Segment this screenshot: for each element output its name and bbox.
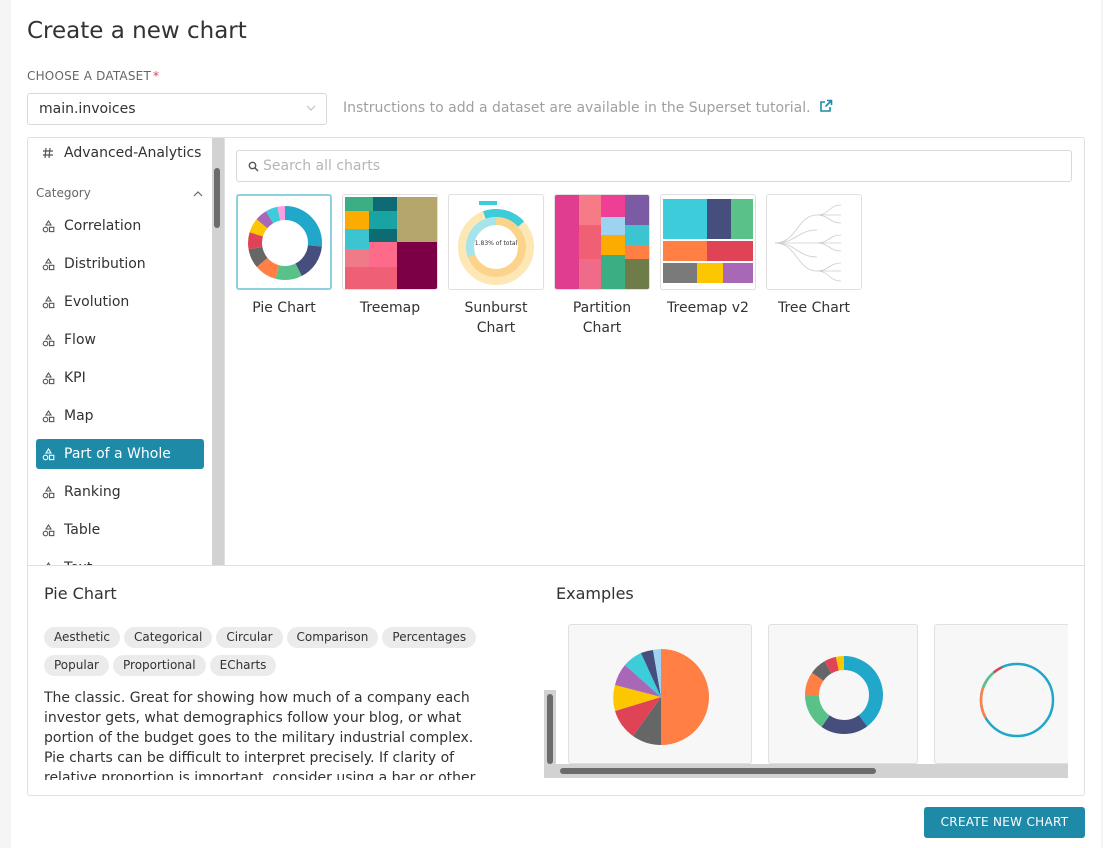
example-image-ring <box>934 624 1068 764</box>
shapes-icon <box>41 485 55 499</box>
chart-card-partition-chart[interactable]: Partition Chart <box>554 194 650 338</box>
sidebar-item-label: KPI <box>64 370 86 386</box>
page-title: Create a new chart <box>27 18 247 44</box>
treemap-v2-thumbnail <box>660 194 756 290</box>
chart-card-label: Treemap v2 <box>667 300 749 316</box>
shapes-icon <box>41 447 55 461</box>
chart-card-treemap-v2[interactable]: Treemap v2 <box>660 194 756 318</box>
chart-card-sunburst-chart[interactable]: 1.83% of total Sunburst Chart <box>448 194 544 338</box>
sidebar-item-distribution[interactable]: Distribution <box>36 249 204 279</box>
sidebar-item-part-of-a-whole[interactable]: Part of a Whole <box>36 439 204 469</box>
hashtag-icon <box>41 146 55 160</box>
sidebar-scrollbar[interactable] <box>212 138 224 565</box>
examples-scrollbar-vertical[interactable] <box>544 690 556 778</box>
sidebar-item-label: Table <box>64 522 101 538</box>
category-header[interactable]: Category <box>36 186 204 200</box>
details-description: The classic. Great for showing how much … <box>44 690 476 780</box>
examples-scrollbar-thumb[interactable] <box>547 694 553 764</box>
sidebar-item-label: Advanced-Analytics <box>64 145 202 161</box>
shapes-icon <box>41 409 55 423</box>
sidebar-scrollbar-thumb[interactable] <box>214 168 220 228</box>
chart-card-pie-chart[interactable]: Pie Chart <box>236 194 332 318</box>
sidebar-item-label: Flow <box>64 332 96 348</box>
chart-card-tree-chart[interactable]: Tree Chart <box>766 194 862 318</box>
create-new-chart-button[interactable]: CREATE NEW CHART <box>924 807 1085 838</box>
chart-card-label: Sunburst Chart <box>464 300 528 336</box>
examples-title: Examples <box>556 584 634 603</box>
shapes-icon <box>41 295 55 309</box>
sidebar-item-label: Evolution <box>64 294 130 310</box>
examples-scrollbar-thumb[interactable] <box>560 768 876 774</box>
chart-card-label: Partition Chart <box>572 300 632 336</box>
sidebar-item-table[interactable]: Table <box>36 515 204 545</box>
tag[interactable]: Categorical <box>123 627 213 648</box>
shapes-icon <box>41 523 55 537</box>
dataset-help: Instructions to add a dataset are availa… <box>343 99 833 116</box>
chart-gallery: Pie Chart <box>225 138 1084 565</box>
example-image-pie <box>568 624 752 764</box>
shapes-icon <box>41 371 55 385</box>
sidebar-item-map[interactable]: Map <box>36 401 204 431</box>
category-sidebar: Advanced-Analytics Category Correlation D… <box>28 138 224 565</box>
sidebar-item-label: Map <box>64 408 94 424</box>
sidebar-item-label: Ranking <box>64 484 121 500</box>
tag[interactable]: Popular <box>44 655 109 676</box>
sidebar-item-label: Part of a Whole <box>64 446 171 462</box>
dataset-help-text: Instructions to add a dataset are availa… <box>343 100 811 116</box>
external-link-icon[interactable] <box>819 99 833 113</box>
tag[interactable]: Circular <box>216 627 283 648</box>
details-title: Pie Chart <box>44 584 117 603</box>
sidebar-item-label: Correlation <box>64 218 142 234</box>
shapes-icon <box>41 333 55 347</box>
dataset-label: CHOOSE A DATASET * <box>27 69 160 83</box>
tag[interactable]: Comparison <box>286 627 379 648</box>
chevron-down-icon <box>306 105 316 111</box>
chart-card-label: Treemap <box>359 300 421 316</box>
chart-search[interactable] <box>236 150 1072 182</box>
chart-gallery-panel: Advanced-Analytics Category Correlation D… <box>27 137 1085 796</box>
sidebar-item-correlation[interactable]: Correlation <box>36 211 204 241</box>
chart-card-label: Pie Chart <box>252 300 316 316</box>
tag[interactable]: Proportional <box>113 655 206 676</box>
sidebar-item-label: Distribution <box>64 256 146 272</box>
tag[interactable]: ECharts <box>209 655 277 676</box>
chevron-up-icon <box>193 191 203 197</box>
pie-chart-thumbnail <box>236 194 332 290</box>
required-mark: * <box>152 69 160 83</box>
search-input[interactable] <box>263 156 1053 176</box>
sidebar-item-flow[interactable]: Flow <box>36 325 204 355</box>
dataset-select-value: main.invoices <box>39 101 136 117</box>
sunburst-chart-thumbnail: 1.83% of total <box>448 194 544 290</box>
sidebar-item-text[interactable]: Text <box>36 553 204 565</box>
tag[interactable]: Aesthetic <box>44 627 120 648</box>
chart-card-label: Tree Chart <box>777 300 851 316</box>
create-chart-page: Create a new chart CHOOSE A DATASET * mai… <box>11 0 1101 848</box>
tag-list: Aesthetic Categorical Circular Comparison Pe… <box>44 626 514 682</box>
treemap-thumbnail <box>342 194 438 290</box>
sidebar-item-ranking[interactable]: Ranking <box>36 477 204 507</box>
tree-chart-thumbnail <box>766 194 862 290</box>
chart-details: Pie Chart Aesthetic Categorical Circular Co… <box>28 566 1084 795</box>
search-icon <box>248 161 259 172</box>
shapes-icon <box>41 219 55 233</box>
sidebar-item-advanced-analytics[interactable]: Advanced-Analytics <box>36 138 204 168</box>
examples-gallery <box>544 624 1068 778</box>
partition-chart-thumbnail <box>554 194 650 290</box>
svg-text:1.83% of total: 1.83% of total <box>475 240 518 247</box>
example-image-donut <box>768 624 918 764</box>
examples-scrollbar-horizontal[interactable] <box>556 764 1068 778</box>
tag[interactable]: Percentages <box>382 627 477 648</box>
sidebar-item-kpi[interactable]: KPI <box>36 363 204 393</box>
chart-card-treemap[interactable]: Treemap <box>342 194 438 318</box>
shapes-icon <box>41 257 55 271</box>
category-header-label: Category <box>36 186 91 200</box>
sidebar-item-evolution[interactable]: Evolution <box>36 287 204 317</box>
dataset-select[interactable]: main.invoices <box>27 93 327 125</box>
